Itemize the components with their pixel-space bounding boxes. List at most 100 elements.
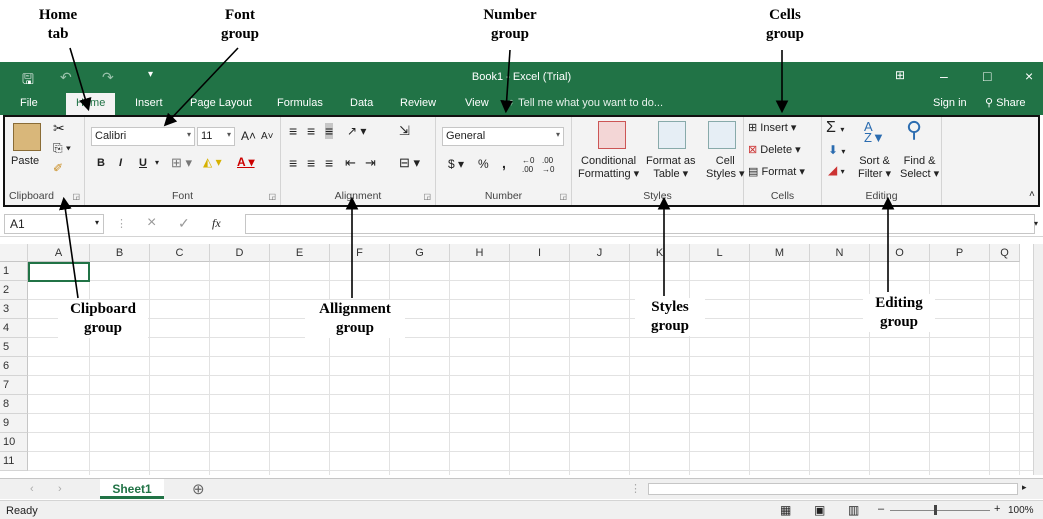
column-header-j[interactable]: J xyxy=(570,244,630,262)
orientation-icon[interactable]: ↗ ▾ xyxy=(347,124,366,138)
row-header-11[interactable]: 11 xyxy=(0,452,28,471)
alignment-launcher-icon[interactable]: ◲ xyxy=(423,192,431,201)
tab-insert[interactable]: Insert xyxy=(135,97,163,109)
row-header-2[interactable]: 2 xyxy=(0,281,28,300)
font-launcher-icon[interactable]: ◲ xyxy=(268,192,276,201)
close-icon[interactable]: × xyxy=(1025,68,1033,84)
page-break-view-icon[interactable]: ▥ xyxy=(848,503,859,517)
find-select-button[interactable]: Find & Select ▾ xyxy=(900,155,939,181)
collapse-ribbon-icon[interactable]: ˄ xyxy=(1029,189,1035,200)
tab-page-layout[interactable]: Page Layout xyxy=(190,97,252,109)
merge-center-icon[interactable]: ⊟ ▾ xyxy=(399,155,420,171)
increase-indent-icon[interactable]: ⇥ xyxy=(365,155,376,171)
row-header-4[interactable]: 4 xyxy=(0,319,28,338)
format-cells-button[interactable]: ▤ Format ▾ xyxy=(748,165,805,178)
column-header-p[interactable]: P xyxy=(930,244,990,262)
sort-filter-button[interactable]: Sort & Filter ▾ xyxy=(858,155,891,181)
column-header-f[interactable]: F xyxy=(330,244,390,262)
delete-cells-button[interactable]: ⊠ Delete ▾ xyxy=(748,143,801,156)
number-format-select[interactable]: General ▾ xyxy=(442,127,564,146)
tab-home[interactable]: Home xyxy=(66,93,116,115)
autosum-icon[interactable]: Σ ▾ xyxy=(826,119,844,137)
underline-button[interactable]: U xyxy=(139,157,147,169)
column-header-n[interactable]: N xyxy=(810,244,870,262)
minimize-icon[interactable]: – xyxy=(940,68,948,84)
column-header-l[interactable]: L xyxy=(690,244,750,262)
font-color-icon[interactable]: A ▾ xyxy=(237,155,255,169)
name-box[interactable]: A1 ▾ xyxy=(4,214,104,234)
grow-font-icon[interactable]: A˄ xyxy=(241,129,256,143)
column-header-e[interactable]: E xyxy=(270,244,330,262)
column-header-k[interactable]: K xyxy=(630,244,690,262)
italic-button[interactable]: I xyxy=(119,157,122,169)
tab-view[interactable]: View xyxy=(465,97,489,109)
expand-formula-icon[interactable]: ▾ xyxy=(1034,219,1038,228)
column-header-m[interactable]: M xyxy=(750,244,810,262)
column-header-d[interactable]: D xyxy=(210,244,270,262)
ribbon-display-icon[interactable]: ⊞ xyxy=(895,68,905,82)
tab-data[interactable]: Data xyxy=(350,97,373,109)
column-header-g[interactable]: G xyxy=(390,244,450,262)
increase-decimal-icon[interactable]: ←0.00 xyxy=(522,156,534,174)
align-left-icon[interactable]: ≡ xyxy=(289,155,297,171)
row-header-1[interactable]: 1 xyxy=(0,262,28,281)
bottom-align-icon[interactable]: ≡ xyxy=(325,123,334,139)
column-header-i[interactable]: I xyxy=(510,244,570,262)
split-handle-icon[interactable]: ⋮ xyxy=(630,482,641,495)
column-header-h[interactable]: H xyxy=(450,244,510,262)
zoom-out-icon[interactable]: – xyxy=(878,503,884,515)
column-header-a[interactable]: A xyxy=(28,244,90,262)
hscroll-right-icon[interactable]: ▸ xyxy=(1022,482,1027,493)
vertical-scrollbar[interactable] xyxy=(1033,244,1043,475)
number-launcher-icon[interactable]: ◲ xyxy=(559,192,567,201)
align-right-icon[interactable]: ≡ xyxy=(325,155,333,171)
row-header-8[interactable]: 8 xyxy=(0,395,28,414)
fill-icon[interactable]: ⬇ ▾ xyxy=(828,143,845,157)
paste-icon[interactable] xyxy=(13,123,41,151)
clear-icon[interactable]: ◢ ▾ xyxy=(828,163,845,177)
sheet-tab-sheet1[interactable]: Sheet1 xyxy=(100,479,164,499)
row-header-5[interactable]: 5 xyxy=(0,338,28,357)
percent-button[interactable]: % xyxy=(478,157,489,171)
comma-button[interactable]: , xyxy=(502,155,506,171)
underline-dropdown-icon[interactable]: ▾ xyxy=(155,158,159,167)
conditional-formatting-button[interactable]: Conditional Formatting ▾ xyxy=(578,155,639,181)
tell-me-search[interactable]: ♀ Tell me what you want to do... xyxy=(507,97,663,109)
cut-icon[interactable]: ✂ xyxy=(53,120,65,137)
cell-styles-button[interactable]: Cell Styles ▾ xyxy=(706,155,745,181)
paste-button[interactable]: Paste xyxy=(11,155,39,167)
borders-icon[interactable]: ⊞ ▾ xyxy=(171,155,192,171)
format-painter-icon[interactable]: ✐ xyxy=(53,161,63,175)
decrease-decimal-icon[interactable]: .00 →0 xyxy=(542,156,554,174)
sign-in-link[interactable]: Sign in xyxy=(933,97,967,109)
zoom-level[interactable]: 100% xyxy=(1008,505,1034,516)
restore-icon[interactable]: □ xyxy=(983,68,991,84)
top-align-icon[interactable]: ≡ xyxy=(289,123,297,139)
row-header-3[interactable]: 3 xyxy=(0,300,28,319)
zoom-slider[interactable] xyxy=(890,510,990,511)
decrease-indent-icon[interactable]: ⇤ xyxy=(345,155,356,171)
formula-input[interactable] xyxy=(245,214,1035,234)
bold-button[interactable]: B xyxy=(97,157,105,169)
cancel-icon[interactable]: × xyxy=(147,214,156,232)
format-as-table-button[interactable]: Format as Table ▾ xyxy=(646,155,696,181)
insert-function-icon[interactable]: fx xyxy=(212,216,221,231)
scroll-left-icon[interactable]: ‹ xyxy=(30,483,34,495)
tab-formulas[interactable]: Formulas xyxy=(277,97,323,109)
selected-cell[interactable] xyxy=(28,262,90,282)
enter-icon[interactable]: ✓ xyxy=(178,215,190,232)
row-header-6[interactable]: 6 xyxy=(0,357,28,376)
tab-file[interactable]: File xyxy=(20,97,38,109)
scroll-right-icon[interactable]: › xyxy=(58,483,62,495)
center-icon[interactable]: ≡ xyxy=(307,155,315,171)
page-layout-view-icon[interactable]: ▣ xyxy=(814,503,825,517)
fill-color-icon[interactable]: ◭ ▾ xyxy=(203,155,222,169)
column-header-o[interactable]: O xyxy=(870,244,930,262)
horizontal-scrollbar[interactable] xyxy=(648,483,1018,495)
normal-view-icon[interactable]: ▦ xyxy=(780,503,791,517)
font-name-select[interactable]: Calibri ▾ xyxy=(91,127,195,146)
column-header-b[interactable]: B xyxy=(90,244,150,262)
tab-review[interactable]: Review xyxy=(400,97,436,109)
shrink-font-icon[interactable]: A˅ xyxy=(261,131,274,142)
share-button[interactable]: ⚲ Share xyxy=(985,96,1025,109)
